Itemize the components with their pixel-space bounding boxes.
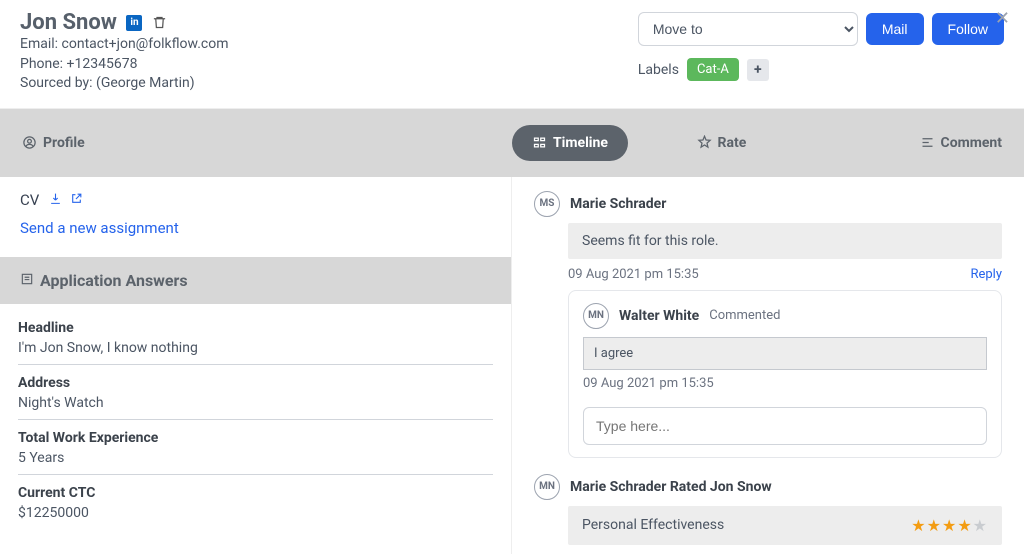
nested-reply-box: MN Walter White Commented I agree 09 Aug… [568, 290, 1002, 458]
q-ctc: Current CTC [18, 485, 493, 501]
candidate-info: Jon Snow in Email: contact+jon@folkflow.… [20, 10, 229, 94]
avatar: MN [583, 303, 609, 329]
rating-title: Marie Schrader Rated Jon Snow [570, 479, 772, 495]
linkedin-icon[interactable]: in [126, 15, 142, 31]
entry-author: Walter White [619, 308, 699, 324]
labels-title: Labels [638, 62, 679, 78]
external-link-icon[interactable] [70, 192, 83, 205]
cv-label: CV [20, 191, 39, 209]
q-headline: Headline [18, 320, 493, 336]
application-answers-header: Application Answers [0, 257, 511, 304]
mail-button[interactable]: Mail [866, 13, 924, 45]
move-to-select[interactable]: Move to [638, 12, 858, 46]
candidate-name: Jon Snow [20, 10, 117, 35]
a-address: Night's Watch [18, 395, 493, 411]
labels-row: Labels Cat-A + [638, 58, 1004, 81]
body: CV Send a new assignment Application Ans… [0, 177, 1024, 554]
close-icon[interactable]: ✕ [995, 8, 1010, 29]
avatar: MS [534, 191, 560, 217]
phone-line: Phone: +12345678 [20, 55, 229, 75]
timeline-icon [532, 135, 547, 150]
tab-profile[interactable]: Profile [0, 119, 512, 167]
tab-bar: Profile Timeline Rate Comment [0, 109, 1024, 177]
avatar: MN [534, 474, 560, 500]
tab-rate-label: Rate [718, 135, 747, 151]
entry-author: Marie Schrader [570, 196, 666, 212]
tab-profile-label: Profile [43, 135, 85, 151]
q-address: Address [18, 375, 493, 391]
application-answers-label: Application Answers [40, 271, 188, 290]
qa-experience: Total Work Experience 5 Years [18, 420, 493, 475]
timeline-entry-rating: MN Marie Schrader Rated Jon Snow Persona… [534, 474, 1002, 545]
a-headline: I'm Jon Snow, I know nothing [18, 340, 493, 356]
timeline-panel: MS Marie Schrader Seems fit for this rol… [512, 177, 1024, 554]
rating-bubble: Personal Effectiveness ★★★★★ [568, 506, 1002, 545]
q-experience: Total Work Experience [18, 430, 493, 446]
email-line: Email: contact+jon@folkflow.com [20, 35, 229, 55]
a-experience: 5 Years [18, 450, 493, 466]
comment-bubble: Seems fit for this role. [568, 223, 1002, 259]
tab-timeline[interactable]: Timeline [512, 109, 628, 177]
answers-list: Headline I'm Jon Snow, I know nothing Ad… [0, 304, 511, 535]
cv-row: CV Send a new assignment [0, 177, 511, 245]
a-ctc: $12250000 [18, 505, 493, 521]
reply-time: 09 Aug 2021 pm 15:35 [583, 376, 987, 391]
comment-icon [920, 135, 935, 150]
add-label-button[interactable]: + [747, 59, 769, 81]
qa-address: Address Night's Watch [18, 365, 493, 420]
rate-icon [697, 135, 712, 150]
reply-link[interactable]: Reply [970, 267, 1002, 282]
tab-comment-label: Comment [941, 135, 1002, 151]
timeline-entry: MS Marie Schrader Seems fit for this rol… [534, 191, 1002, 458]
rating-skill: Personal Effectiveness [582, 517, 724, 533]
reply-input[interactable] [583, 407, 987, 445]
profile-icon [22, 135, 37, 150]
entry-action: Commented [709, 308, 780, 323]
tab-comment[interactable]: Comment [815, 119, 1024, 167]
tab-timeline-label: Timeline [553, 135, 608, 151]
header: Jon Snow in Email: contact+jon@folkflow.… [0, 0, 1024, 109]
send-assignment-link[interactable]: Send a new assignment [20, 219, 491, 237]
left-panel: CV Send a new assignment Application Ans… [0, 177, 512, 554]
qa-ctc: Current CTC $12250000 [18, 475, 493, 529]
entry-time: 09 Aug 2021 pm 15:35 [568, 267, 699, 282]
form-icon [20, 271, 34, 290]
reply-bubble: I agree [583, 337, 987, 370]
header-actions: Move to Mail Follow Labels Cat-A + [638, 10, 1004, 81]
label-tag[interactable]: Cat-A [687, 58, 739, 81]
download-icon[interactable] [49, 192, 62, 205]
sourced-line: Sourced by: (George Martin) [20, 74, 229, 94]
tab-rate[interactable]: Rate [628, 119, 815, 167]
qa-headline: Headline I'm Jon Snow, I know nothing [18, 310, 493, 365]
trash-icon[interactable] [152, 15, 167, 30]
follow-button[interactable]: Follow [932, 13, 1004, 45]
